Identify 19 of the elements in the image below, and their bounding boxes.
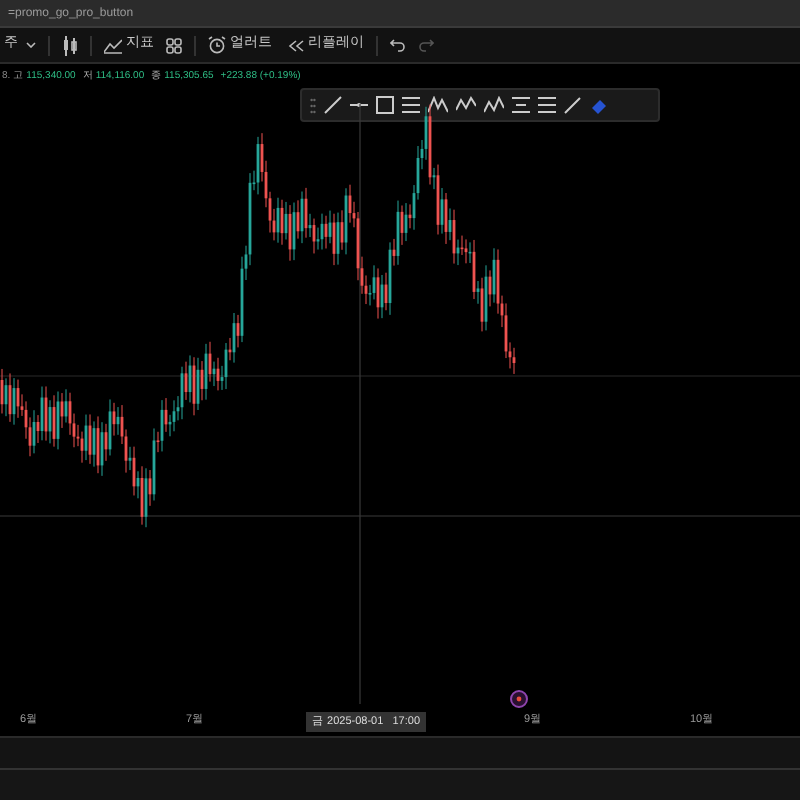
lines-icon[interactable] bbox=[402, 96, 420, 114]
range-icon[interactable] bbox=[538, 96, 556, 114]
range-icon[interactable] bbox=[512, 96, 530, 114]
chevron-icon bbox=[26, 42, 36, 48]
grid-icon[interactable] bbox=[166, 37, 182, 53]
eraser-icon[interactable] bbox=[590, 96, 608, 114]
trend-line-icon[interactable] bbox=[324, 96, 342, 114]
rewind-icon bbox=[288, 39, 304, 51]
undo-icon[interactable] bbox=[390, 38, 406, 52]
alarm-clock-icon bbox=[208, 36, 226, 54]
horizontal-line-icon[interactable] bbox=[350, 102, 368, 108]
pattern-icon[interactable] bbox=[428, 96, 448, 114]
drag-handle-icon[interactable] bbox=[310, 97, 316, 113]
rectangle-icon[interactable] bbox=[376, 96, 394, 114]
redo-icon[interactable] bbox=[418, 38, 434, 52]
brush-icon[interactable] bbox=[564, 96, 582, 114]
event-icon[interactable] bbox=[510, 690, 528, 708]
indicators-icon bbox=[104, 37, 122, 53]
candles-icon[interactable] bbox=[62, 35, 78, 55]
